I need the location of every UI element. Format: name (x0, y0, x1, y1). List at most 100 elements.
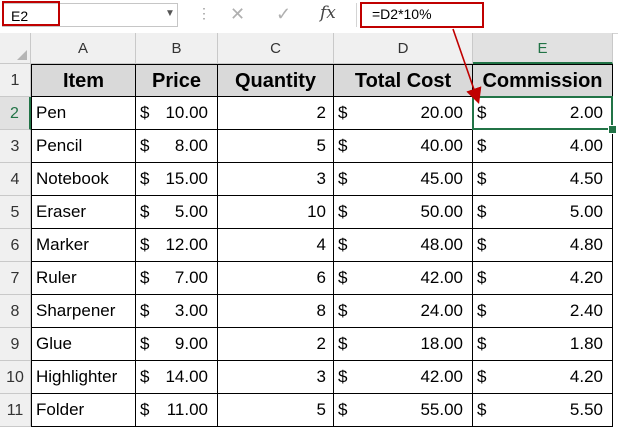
cell-c11[interactable]: 5 (218, 394, 334, 427)
cell-d10[interactable]: $42.00 (334, 361, 473, 394)
currency-symbol: $ (140, 169, 150, 188)
currency-symbol: $ (338, 301, 348, 320)
cell-d7[interactable]: $42.00 (334, 262, 473, 295)
currency-symbol: $ (477, 136, 487, 155)
total-value: 20.00 (420, 103, 463, 122)
row-header-8[interactable]: 8 (0, 295, 31, 328)
price-value: 11.00 (166, 400, 208, 419)
cell-b7[interactable]: $7.00 (136, 262, 218, 295)
cell-e11[interactable]: $5.50 (473, 394, 613, 427)
cell-e10[interactable]: $4.20 (473, 361, 613, 394)
column-header-a[interactable]: A (31, 33, 136, 64)
column-header-e[interactable]: E (473, 33, 613, 64)
cell-c3[interactable]: 5 (218, 130, 334, 163)
total-value: 48.00 (420, 235, 463, 254)
cell-d3[interactable]: $40.00 (334, 130, 473, 163)
cell-a7[interactable]: Ruler (31, 262, 136, 295)
currency-symbol: $ (140, 367, 150, 386)
cell-a11[interactable]: Folder (31, 394, 136, 427)
cell-b6[interactable]: $12.00 (136, 229, 218, 262)
column-header-d[interactable]: D (334, 33, 473, 64)
cell-c1[interactable]: Quantity (218, 64, 334, 97)
cell-c4[interactable]: 3 (218, 163, 334, 196)
cell-e6[interactable]: $4.80 (473, 229, 613, 262)
cell-c9[interactable]: 2 (218, 328, 334, 361)
cell-d9[interactable]: $18.00 (334, 328, 473, 361)
price-value: 9.00 (174, 334, 208, 353)
cell-a2[interactable]: Pen (31, 97, 136, 130)
cell-d8[interactable]: $24.00 (334, 295, 473, 328)
cell-d2[interactable]: $20.00 (334, 97, 473, 130)
cell-a9[interactable]: Glue (31, 328, 136, 361)
cell-d11[interactable]: $55.00 (334, 394, 473, 427)
cell-b8[interactable]: $3.00 (136, 295, 218, 328)
cell-e3[interactable]: $4.00 (473, 130, 613, 163)
cell-b1[interactable]: Price (136, 64, 218, 97)
active-cell-outline (472, 96, 613, 130)
currency-symbol: $ (140, 334, 150, 353)
cell-e1[interactable]: Commission (473, 64, 613, 97)
column-header-b[interactable]: B (136, 33, 218, 64)
row-header-7[interactable]: 7 (0, 262, 31, 295)
currency-symbol: $ (338, 268, 348, 287)
cell-c5[interactable]: 10 (218, 196, 334, 229)
total-value: 42.00 (420, 367, 463, 386)
chevron-down-icon[interactable]: ▼ (165, 8, 175, 19)
insert-function-button[interactable]: fx (320, 3, 336, 23)
cell-a8[interactable]: Sharpener (31, 295, 136, 328)
currency-symbol: $ (140, 400, 150, 419)
cell-a6[interactable]: Marker (31, 229, 136, 262)
cell-d4[interactable]: $45.00 (334, 163, 473, 196)
commission-value: 4.20 (569, 268, 603, 287)
price-value: 14.00 (165, 367, 208, 386)
cell-e9[interactable]: $1.80 (473, 328, 613, 361)
formula-bar-area: E2 ▼ ⋮ ✕ ✓ fx =D2*10% (0, 0, 618, 34)
cell-e7[interactable]: $4.20 (473, 262, 613, 295)
row-header-10[interactable]: 10 (0, 361, 31, 394)
commission-value: 4.80 (569, 235, 603, 254)
cell-c2[interactable]: 2 (218, 97, 334, 130)
price-value: 10.00 (165, 103, 208, 122)
currency-symbol: $ (140, 202, 150, 221)
currency-symbol: $ (477, 400, 487, 419)
cell-c10[interactable]: 3 (218, 361, 334, 394)
cell-c8[interactable]: 8 (218, 295, 334, 328)
cell-a1[interactable]: Item (31, 64, 136, 97)
cell-b10[interactable]: $14.00 (136, 361, 218, 394)
cell-b4[interactable]: $15.00 (136, 163, 218, 196)
cell-b2[interactable]: $10.00 (136, 97, 218, 130)
commission-value: 5.00 (569, 202, 603, 221)
cell-a4[interactable]: Notebook (31, 163, 136, 196)
cell-b11[interactable]: $11.00 (136, 394, 218, 427)
cell-c7[interactable]: 6 (218, 262, 334, 295)
cell-e4[interactable]: $4.50 (473, 163, 613, 196)
cell-a5[interactable]: Eraser (31, 196, 136, 229)
cell-b3[interactable]: $8.00 (136, 130, 218, 163)
name-box-highlight (2, 1, 60, 26)
row-header-3[interactable]: 3 (0, 130, 31, 163)
cell-c6[interactable]: 4 (218, 229, 334, 262)
row-header-9[interactable]: 9 (0, 328, 31, 361)
cell-b5[interactable]: $5.00 (136, 196, 218, 229)
select-all-button[interactable] (0, 33, 31, 64)
row-header-1[interactable]: 1 (0, 64, 31, 97)
row-header-2[interactable]: 2 (0, 97, 31, 130)
cell-e5[interactable]: $5.00 (473, 196, 613, 229)
cell-d5[interactable]: $50.00 (334, 196, 473, 229)
cell-e8[interactable]: $2.40 (473, 295, 613, 328)
row-header-5[interactable]: 5 (0, 196, 31, 229)
check-icon[interactable]: ✓ (276, 4, 291, 25)
cell-d6[interactable]: $48.00 (334, 229, 473, 262)
cell-b9[interactable]: $9.00 (136, 328, 218, 361)
commission-value: 2.40 (569, 301, 603, 320)
row-header-6[interactable]: 6 (0, 229, 31, 262)
x-icon[interactable]: ✕ (230, 4, 245, 25)
fill-handle[interactable] (608, 125, 617, 134)
cell-a3[interactable]: Pencil (31, 130, 136, 163)
cell-d1[interactable]: Total Cost (334, 64, 473, 97)
row-header-11[interactable]: 11 (0, 394, 31, 427)
column-header-c[interactable]: C (218, 33, 334, 64)
currency-symbol: $ (477, 169, 487, 188)
cell-a10[interactable]: Highlighter (31, 361, 136, 394)
row-header-4[interactable]: 4 (0, 163, 31, 196)
